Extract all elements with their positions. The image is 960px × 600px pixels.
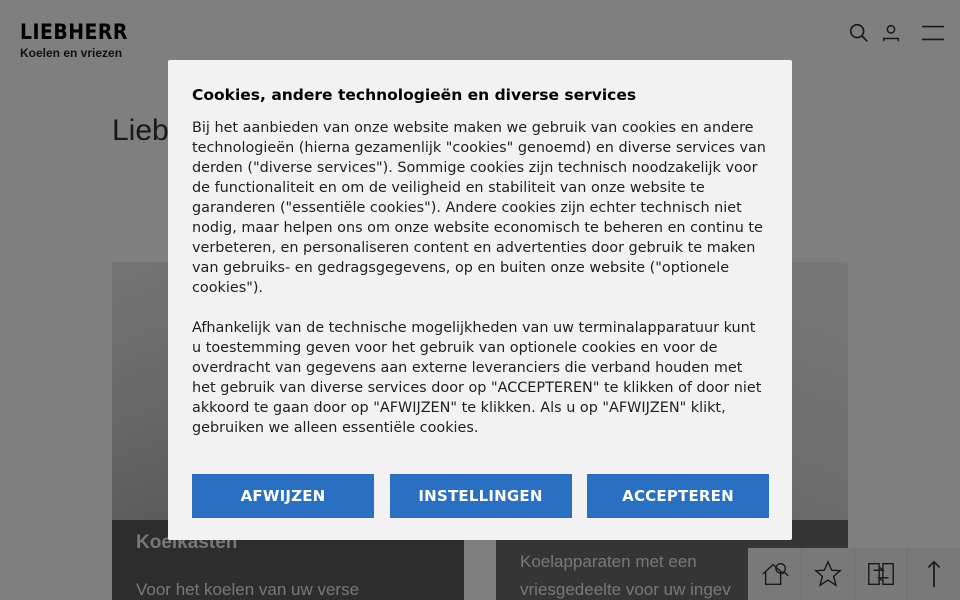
accept-button[interactable]: ACCEPTEREN — [587, 474, 769, 518]
cookie-button-row: AFWIJZEN INSTELLINGEN ACCEPTEREN — [192, 474, 769, 518]
reject-button[interactable]: AFWIJZEN — [192, 474, 374, 518]
settings-button[interactable]: INSTELLINGEN — [389, 474, 572, 518]
cookie-paragraph-1: Bij het aanbieden van onze website maken… — [192, 120, 766, 296]
cookie-paragraph-2: Afhankelijk van de technische mogelijkhe… — [192, 320, 762, 436]
cookie-dialog-title: Cookies, andere technologieën en diverse… — [192, 86, 637, 104]
cookie-dialog-text: Bij het aanbieden van onze website maken… — [192, 118, 768, 438]
cookie-consent-dialog: Cookies, andere technologieën en diverse… — [168, 60, 792, 540]
